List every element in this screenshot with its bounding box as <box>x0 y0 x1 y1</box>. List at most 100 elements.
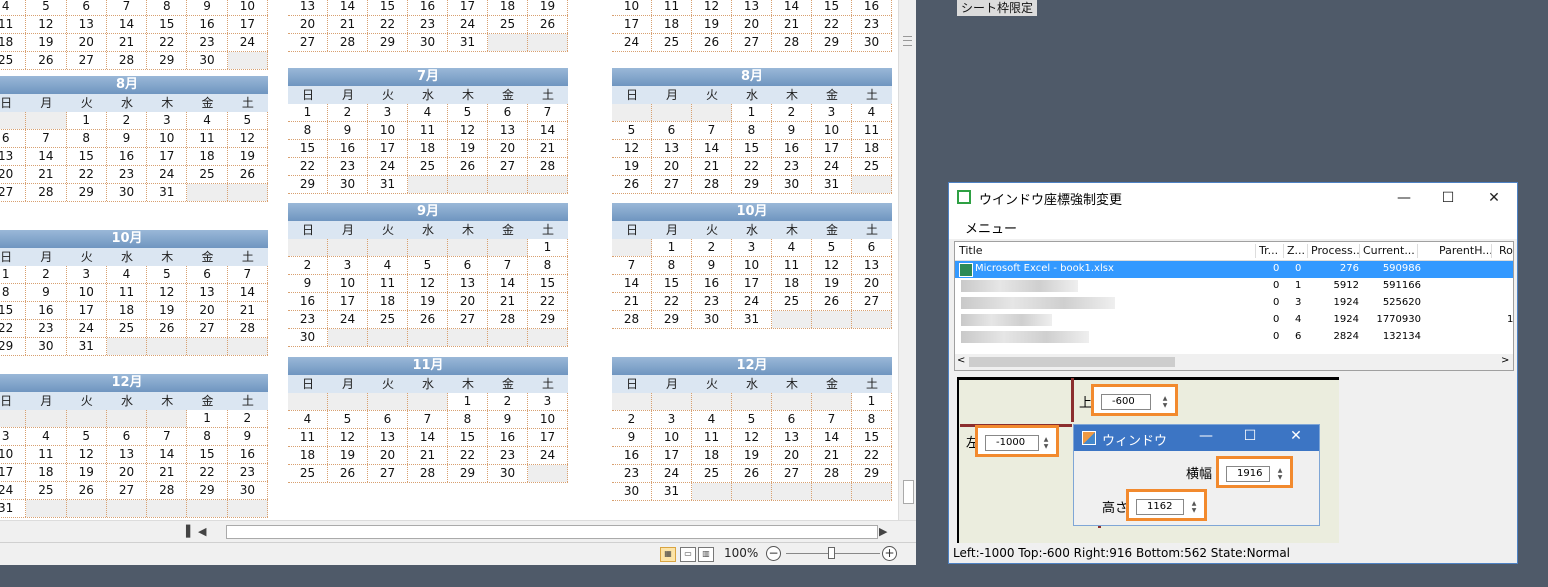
window-list[interactable]: Title Tr... Z... Process... Current... P… <box>954 241 1514 371</box>
day-cell[interactable] <box>187 338 228 355</box>
day-cell[interactable]: 3 <box>528 393 568 410</box>
spin-arrows-icon[interactable]: ▲ ▼ <box>1159 395 1171 409</box>
day-cell[interactable]: 4 <box>107 266 148 283</box>
vertical-scrollbar[interactable] <box>898 0 916 520</box>
day-cell[interactable]: 18 <box>852 140 892 157</box>
day-cell[interactable] <box>528 465 568 482</box>
day-cell[interactable]: 16 <box>772 140 812 157</box>
day-cell[interactable]: 14 <box>612 275 652 292</box>
horizontal-scroll-thumb[interactable] <box>226 525 878 539</box>
day-cell[interactable]: 30 <box>408 34 448 51</box>
day-cell[interactable]: 22 <box>147 34 188 51</box>
day-cell[interactable]: 27 <box>448 311 488 328</box>
day-cell[interactable]: 20 <box>187 302 228 319</box>
scroll-left-icon[interactable]: < <box>957 355 965 366</box>
day-cell[interactable]: 19 <box>408 293 448 310</box>
day-cell[interactable] <box>488 329 528 346</box>
scroll-left-icon[interactable]: ◀ <box>198 525 206 538</box>
day-cell[interactable] <box>328 329 368 346</box>
day-cell[interactable]: 30 <box>26 338 67 355</box>
day-cell[interactable]: 26 <box>692 34 732 51</box>
day-cell[interactable]: 20 <box>448 293 488 310</box>
day-cell[interactable]: 13 <box>0 148 27 165</box>
day-cell[interactable]: 13 <box>488 122 528 139</box>
day-cell[interactable]: 12 <box>147 284 188 301</box>
day-cell[interactable]: 4 <box>368 257 408 274</box>
day-cell[interactable]: 12 <box>448 122 488 139</box>
day-cell[interactable]: 30 <box>328 176 368 193</box>
day-cell[interactable]: 1 <box>187 410 228 427</box>
day-cell[interactable]: 17 <box>612 16 652 33</box>
day-cell[interactable]: 11 <box>692 429 732 446</box>
day-cell[interactable]: 18 <box>692 447 732 464</box>
day-cell[interactable]: 9 <box>612 429 652 446</box>
day-cell[interactable]: 21 <box>328 16 368 33</box>
day-cell[interactable]: 30 <box>187 52 228 69</box>
day-cell[interactable] <box>66 500 107 517</box>
day-cell[interactable]: 1 <box>652 239 692 256</box>
day-cell[interactable]: 23 <box>288 311 328 328</box>
day-cell[interactable] <box>106 500 148 517</box>
width-spinner[interactable]: 1916 ▲ ▼ <box>1216 456 1293 488</box>
day-cell[interactable]: 9 <box>692 257 732 274</box>
day-cell[interactable]: 5 <box>26 0 67 15</box>
day-cell[interactable]: 20 <box>852 275 892 292</box>
minimize-icon[interactable]: — <box>1194 428 1218 444</box>
sample-title-bar[interactable]: ウィンドウ — ☐ ✕ <box>1074 425 1319 451</box>
day-cell[interactable]: 3 <box>67 266 107 283</box>
day-cell[interactable]: 16 <box>612 447 652 464</box>
day-cell[interactable]: 2 <box>26 266 67 283</box>
day-cell[interactable]: 6 <box>67 0 107 15</box>
day-cell[interactable]: 15 <box>187 446 228 463</box>
day-cell[interactable] <box>812 393 852 410</box>
day-cell[interactable]: 12 <box>612 140 652 157</box>
day-cell[interactable]: 1 <box>288 104 328 121</box>
calendar-sheet[interactable]: 4 5 6 7 8 9 10 11 12 13 14 15 16 17 18 19 20 21 22 23 24 25 26… <box>0 0 898 520</box>
day-cell[interactable]: 4 <box>0 0 27 15</box>
day-cell[interactable]: 21 <box>228 302 268 319</box>
vertical-scroll-thumb[interactable] <box>903 480 914 504</box>
day-cell[interactable]: 15 <box>812 0 852 15</box>
close-icon[interactable]: ✕ <box>1479 187 1509 209</box>
day-cell[interactable] <box>612 393 652 410</box>
day-cell[interactable]: 2 <box>228 410 268 427</box>
day-cell[interactable]: 23 <box>612 465 652 482</box>
day-cell[interactable]: 8 <box>67 130 107 147</box>
day-cell[interactable]: 8 <box>528 257 568 274</box>
day-cell[interactable]: 14 <box>328 0 368 15</box>
maximize-icon[interactable]: ☐ <box>1433 187 1463 209</box>
day-cell[interactable]: 3 <box>0 428 27 445</box>
day-cell[interactable]: 10 <box>528 411 568 428</box>
day-cell[interactable]: 8 <box>288 122 328 139</box>
day-cell[interactable]: 24 <box>0 482 27 499</box>
day-cell[interactable]: 19 <box>228 148 268 165</box>
day-cell[interactable]: 27 <box>288 34 328 51</box>
day-cell[interactable]: 29 <box>368 34 408 51</box>
day-cell[interactable]: 12 <box>228 130 268 147</box>
day-cell[interactable] <box>732 393 772 410</box>
day-cell[interactable] <box>408 176 448 193</box>
day-cell[interactable]: 19 <box>147 302 188 319</box>
day-cell[interactable]: 26 <box>328 465 368 482</box>
day-cell[interactable]: 6 <box>852 239 892 256</box>
day-cell[interactable]: 5 <box>812 239 852 256</box>
day-cell[interactable]: 18 <box>408 140 448 157</box>
day-cell[interactable]: 13 <box>852 257 892 274</box>
day-cell[interactable]: 23 <box>852 16 892 33</box>
day-cell[interactable]: 5 <box>228 112 268 129</box>
day-cell[interactable]: 20 <box>0 166 27 183</box>
day-cell[interactable]: 16 <box>228 446 268 463</box>
day-cell[interactable]: 5 <box>408 257 448 274</box>
day-cell[interactable]: 29 <box>732 176 772 193</box>
list-scroll-thumb[interactable] <box>969 357 1175 367</box>
day-cell[interactable] <box>408 329 448 346</box>
day-cell[interactable]: 8 <box>652 257 692 274</box>
day-cell[interactable]: 25 <box>852 158 892 175</box>
day-cell[interactable]: 23 <box>328 158 368 175</box>
day-cell[interactable]: 10 <box>612 0 652 15</box>
day-cell[interactable]: 28 <box>812 465 852 482</box>
day-cell[interactable]: 22 <box>448 447 488 464</box>
day-cell[interactable]: 17 <box>448 0 488 15</box>
day-cell[interactable]: 28 <box>488 311 528 328</box>
day-cell[interactable]: 17 <box>732 275 772 292</box>
